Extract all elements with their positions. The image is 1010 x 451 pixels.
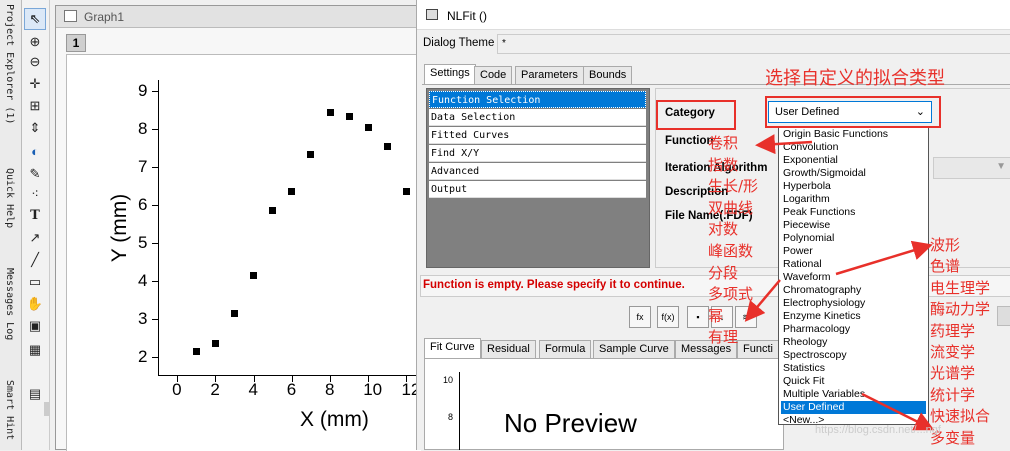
watermark: https://blog.csdn.net/...ngf [815, 424, 941, 436]
arrow-to-multiple-variables [861, 392, 935, 431]
arrow-to-polynomial [744, 279, 781, 322]
arrow-to-origin-basic [755, 134, 813, 155]
annotation-arrows [744, 134, 935, 431]
arrow-to-waveform [835, 240, 933, 276]
